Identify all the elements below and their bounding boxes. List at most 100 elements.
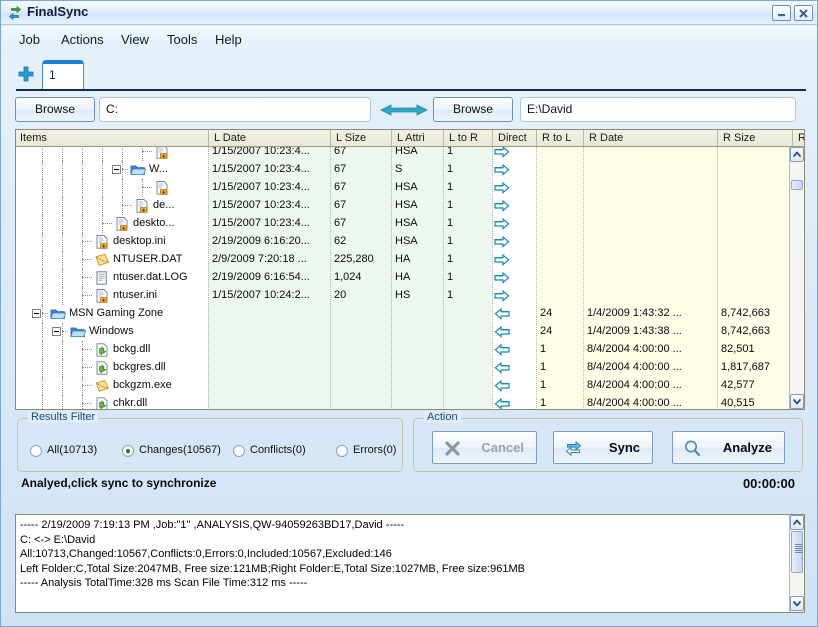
tree-elbow — [82, 241, 92, 242]
log-chevron-down-icon[interactable] — [790, 596, 804, 611]
tree-expander[interactable] — [112, 165, 121, 174]
cell-lattri: S — [395, 163, 403, 175]
table-row[interactable]: ntuser.ini 1/15/2007 10:24:2... 20 HS 1 — [16, 287, 789, 305]
tree-elbow — [122, 205, 132, 206]
table-row[interactable]: Windows 24 1/4/2009 1:43:38 ... 8,742,663 — [16, 323, 789, 341]
folder-open-icon — [130, 162, 147, 178]
menu-bar: Job Actions View Tools Help — [2, 26, 816, 53]
radio-all-indicator — [30, 445, 42, 457]
column-header-rtol[interactable]: R to L — [536, 130, 583, 146]
magnifier-icon — [683, 439, 702, 458]
table-row[interactable]: desktop.ini 2/19/2009 6:16:20... 62 HSA 1 — [16, 233, 789, 251]
column-header-direct[interactable]: Direct — [492, 130, 536, 146]
table-row[interactable]: bckgzm.exe18/4/2004 4:00:00 ...42,577A — [16, 377, 789, 395]
results-filter-legend: Results Filter — [28, 411, 99, 423]
cell-ldate: 2/19/2009 6:16:54... — [212, 271, 310, 283]
tab-strip: 1 — [2, 54, 816, 96]
status-message: Analyed,click sync to synchronize — [21, 476, 217, 490]
column-header-ldate[interactable]: L Date — [208, 130, 330, 146]
tree-guide — [122, 197, 123, 215]
left-path-input[interactable]: C: — [99, 97, 371, 122]
cell-ldate: 1/15/2007 10:24:2... — [212, 289, 310, 301]
column-header-rsize[interactable]: R Size — [717, 130, 792, 146]
log-vertical-scrollbar[interactable] — [789, 515, 804, 612]
tree-elbow — [82, 349, 92, 350]
folder-open-icon — [50, 306, 67, 322]
sync-arrows-icon — [7, 5, 23, 21]
chevron-down-icon[interactable] — [790, 394, 804, 409]
table-row[interactable]: bckgres.dll 1 8/4/2004 4:00:00 ... 1,817,68… — [16, 359, 789, 377]
grid-vertical-scrollbar[interactable] — [789, 147, 804, 409]
cell-lsize: 67 — [334, 199, 347, 211]
column-header-lattri[interactable]: L Attri — [391, 130, 443, 146]
table-row[interactable]: W... 1/15/2007 10:23:4... 67 S 1 — [16, 161, 789, 179]
item-label: deskto... — [133, 217, 175, 229]
column-header-lsize[interactable]: L Size — [330, 130, 391, 146]
item-label: de... — [153, 199, 175, 211]
radio-changes-label: Changes(10567) — [139, 444, 221, 456]
table-row[interactable]: ntuser.dat.LOG 2/19/2009 6:16:54... 1,024 H… — [16, 269, 789, 287]
tree-expander[interactable] — [52, 327, 61, 336]
table-row[interactable]: 1/15/2007 10:23:4... 67 HSA 1 — [16, 147, 789, 161]
action-legend: Action — [424, 411, 461, 423]
cell-ldate: 1/15/2007 10:23:4... — [212, 163, 310, 175]
cell-rdate: 8/4/2004 4:00:00 ... — [587, 343, 682, 355]
tree-guide — [62, 147, 63, 161]
table-row[interactable]: NTUSER.DAT 2/9/2009 7:20:18 ... 225,280 HA 1 — [16, 251, 789, 269]
tree-expander[interactable] — [32, 309, 41, 318]
log-chevron-up-icon[interactable] — [790, 515, 804, 530]
tree-elbow — [82, 385, 92, 386]
tree-guide — [62, 197, 63, 215]
cell-rtol: 1 — [540, 397, 547, 409]
tree-guide — [42, 197, 43, 215]
item-label: ntuser.ini — [113, 289, 158, 301]
sync-button[interactable]: Sync — [553, 431, 653, 464]
item-label: bckgres.dll — [113, 361, 166, 373]
grid-scroll-thumb[interactable] — [791, 180, 803, 190]
cancel-button[interactable]: Cancel — [432, 431, 537, 464]
tree-guide — [82, 269, 83, 287]
table-row[interactable]: 1/15/2007 10:23:4... 67 HSA 1 — [16, 179, 789, 197]
table-row[interactable]: bckg.dll18/4/2004 4:00:00 ...82,501A — [16, 341, 789, 359]
cell-lsize: 20 — [334, 289, 347, 301]
close-button[interactable] — [794, 5, 813, 21]
tree-guide — [42, 233, 43, 251]
chevron-up-icon[interactable] — [790, 147, 804, 162]
cell-rsize: 1,817,687 — [721, 361, 770, 373]
table-row[interactable]: deskto... 1/15/2007 10:23:4... 67 HSA 1 — [16, 215, 789, 233]
tab-1[interactable]: 1 — [42, 60, 84, 90]
analyze-button[interactable]: Analyze — [672, 431, 785, 464]
column-header-ltor[interactable]: L to R — [443, 130, 492, 146]
table-row[interactable]: de... 1/15/2007 10:23:4... 67 HSA 1 — [16, 197, 789, 215]
right-path-input[interactable]: E:\David — [520, 97, 796, 122]
radio-conflicts-indicator — [233, 445, 245, 457]
tree-guide — [62, 233, 63, 251]
menu-help[interactable]: Help — [210, 31, 247, 48]
add-tab-icon[interactable] — [16, 64, 36, 84]
browse-right-button[interactable]: Browse — [433, 97, 513, 122]
cell-ltor: 1 — [447, 271, 454, 283]
tab-1-label: 1 — [49, 68, 56, 82]
results-filter-group: Results Filter All(10713) Changes(10567)… — [17, 411, 403, 472]
cell-rsize: 40,515 — [721, 397, 755, 409]
log-scroll-thumb[interactable] — [791, 531, 803, 573]
application-window: FinalSync Job Actions View Tools Help 1 … — [0, 0, 818, 627]
tree-guide — [62, 395, 63, 409]
column-header-rdate[interactable]: R Date — [583, 130, 717, 146]
arrow-right-icon — [494, 217, 510, 233]
table-row[interactable]: MSN Gaming Zone 24 1/4/2009 1:43:32 ... 8,7… — [16, 305, 789, 323]
menu-job[interactable]: Job — [14, 31, 45, 48]
menu-view[interactable]: View — [116, 31, 154, 48]
tree-guide — [102, 197, 103, 215]
tree-guide — [42, 215, 43, 233]
menu-tools[interactable]: Tools — [162, 31, 202, 48]
minimize-button[interactable] — [772, 5, 791, 21]
log-panel[interactable]: ----- 2/19/2009 7:19:13 PM ,Job:"1" ,ANA… — [15, 514, 805, 613]
table-row[interactable]: chkr.dll18/4/2004 4:00:00 ...40,515A — [16, 395, 789, 409]
column-header-rattri[interactable]: R Attri — [792, 130, 804, 146]
browse-left-button[interactable]: Browse — [15, 97, 95, 122]
cell-ltor: 1 — [447, 217, 454, 229]
tree-guide — [42, 147, 43, 161]
menu-actions[interactable]: Actions — [56, 31, 109, 48]
column-header-items[interactable]: Items — [16, 130, 208, 146]
